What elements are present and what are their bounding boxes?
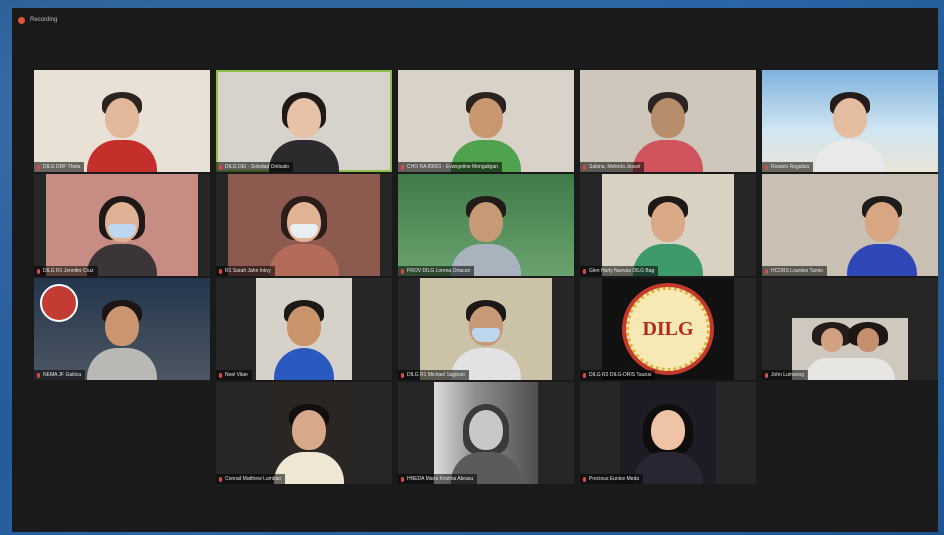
mic-muted-icon bbox=[583, 372, 586, 378]
participant-name-label: Noel Vilan bbox=[216, 370, 252, 380]
participant-video bbox=[87, 90, 157, 172]
organization-badge-icon bbox=[40, 284, 78, 322]
participant-tile[interactable]: DILG R1 Jennifer Cruz bbox=[34, 174, 210, 276]
participant-tile[interactable]: R1 Sarah Jahn Intoy bbox=[216, 174, 392, 276]
participant-video bbox=[87, 298, 157, 380]
participant-video bbox=[633, 90, 703, 172]
participant-name-label: HNEDA Maria Kristina Abrasu bbox=[398, 474, 478, 484]
mic-muted-icon bbox=[219, 164, 222, 170]
participant-video bbox=[434, 382, 538, 484]
participant-tile[interactable]: HCDRS Lourdes Tamio bbox=[762, 174, 938, 276]
participant-video bbox=[46, 174, 198, 276]
participant-name-label: DILG DEI - Soledad Ontisalo bbox=[216, 162, 293, 172]
mic-muted-icon bbox=[583, 476, 586, 482]
participant-tile[interactable]: Glen Harly Nuevas DILG Bag bbox=[580, 174, 756, 276]
participant-name-label: Sabina, Melinda Jessel bbox=[580, 162, 645, 172]
participant-name-label: DILG R1 Jennifer Cruz bbox=[34, 266, 98, 276]
participant-tile[interactable]: Noel Vilan bbox=[216, 278, 392, 380]
participant-video bbox=[451, 194, 521, 276]
participant-tile[interactable]: Precious Eunice Meda bbox=[580, 382, 756, 484]
mic-muted-icon bbox=[583, 268, 586, 274]
participant-name-label: PROV DILG Lorena Ortacan bbox=[398, 266, 475, 276]
participant-video bbox=[451, 90, 521, 172]
participant-video bbox=[846, 194, 917, 276]
mic-muted-icon bbox=[401, 372, 404, 378]
participant-tile[interactable]: DILG DILG R3 DILG-DRIS Taurus bbox=[580, 278, 756, 380]
participant-name-label: HCDRS Lourdes Tamio bbox=[762, 266, 827, 276]
participant-name-label: Glen Harly Nuevas DILG Bag bbox=[580, 266, 659, 276]
participant-video bbox=[228, 174, 380, 276]
participant-video: DILG bbox=[602, 278, 734, 380]
mic-muted-icon bbox=[219, 476, 222, 482]
mic-muted-icon bbox=[37, 372, 40, 378]
mic-muted-icon bbox=[401, 164, 404, 170]
participant-name-label: Conrad Matthew Lumbao bbox=[216, 474, 286, 484]
mic-muted-icon bbox=[583, 164, 586, 170]
participant-tile[interactable]: CHO RA 89001 - Evangeline Mongaligan bbox=[398, 70, 574, 172]
recording-indicator: Recording bbox=[12, 8, 938, 32]
participant-tile[interactable]: HNEDA Maria Kristina Abrasu bbox=[398, 382, 574, 484]
participant-video bbox=[620, 382, 716, 484]
participant-name-label: DILG DRF Theta bbox=[34, 162, 85, 172]
participant-name-label: R1 Sarah Jahn Intoy bbox=[216, 266, 275, 276]
recording-label: Recording bbox=[30, 17, 58, 23]
participant-video bbox=[420, 278, 552, 380]
participant-tile[interactable]: DILG R1 Michael Saginao bbox=[398, 278, 574, 380]
participant-video bbox=[266, 382, 352, 484]
participant-name-label: Rosario Regaliza bbox=[762, 162, 814, 172]
participant-name-label: Precious Eunice Meda bbox=[580, 474, 644, 484]
mic-muted-icon bbox=[765, 268, 768, 274]
recording-dot-icon bbox=[18, 16, 25, 24]
participant-video bbox=[815, 90, 885, 172]
mic-muted-icon bbox=[765, 164, 768, 170]
mic-muted-icon bbox=[401, 476, 404, 482]
mic-muted-icon bbox=[219, 268, 222, 274]
participant-name-label: DILG R1 Michael Saginao bbox=[398, 370, 469, 380]
participant-tile[interactable]: Rosario Regaliza bbox=[762, 70, 938, 172]
mic-muted-icon bbox=[37, 268, 40, 274]
mic-muted-icon bbox=[219, 372, 222, 378]
participant-tile[interactable]: PROV DILG Lorena Ortacan bbox=[398, 174, 574, 276]
participant-tile[interactable]: Conrad Matthew Lumbao bbox=[216, 382, 392, 484]
participant-name-label: CHO RA 89001 - Evangeline Mongaligan bbox=[398, 162, 502, 172]
participant-name-label: DILG R3 DILG-DRIS Taurus bbox=[580, 370, 656, 380]
mic-muted-icon bbox=[401, 268, 404, 274]
participant-video bbox=[602, 174, 734, 276]
participant-video bbox=[792, 318, 908, 380]
participant-tile[interactable]: Sabina, Melinda Jessel bbox=[580, 70, 756, 172]
participant-video bbox=[256, 278, 352, 380]
video-conference-window: Recording DILG DRF Theta DILG DEI - Sole… bbox=[12, 8, 938, 532]
mic-muted-icon bbox=[37, 164, 40, 170]
dilg-logo: DILG bbox=[622, 283, 714, 375]
participant-tile-active-speaker[interactable]: DILG DEI - Soledad Ontisalo bbox=[216, 70, 392, 172]
mic-muted-icon bbox=[765, 372, 768, 378]
participant-video bbox=[269, 90, 339, 172]
participant-name-label: John Lumanog bbox=[762, 370, 809, 380]
participant-tile[interactable]: NEMA JF Gaitica bbox=[34, 278, 210, 380]
participant-tile[interactable]: DILG DRF Theta bbox=[34, 70, 210, 172]
participant-name-label: NEMA JF Gaitica bbox=[34, 370, 86, 380]
participant-tile[interactable]: John Lumanog bbox=[762, 278, 938, 380]
